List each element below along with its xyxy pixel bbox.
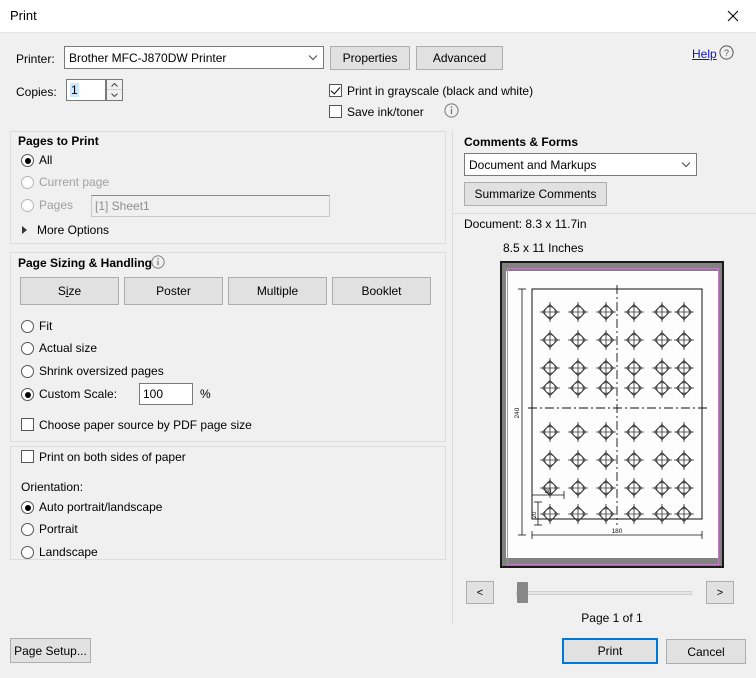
both-sides-label: Print on both sides of paper (39, 450, 186, 464)
radio-auto-orientation-label: Auto portrait/landscape (39, 500, 163, 514)
next-page-button[interactable]: > (706, 581, 734, 604)
radio-actual-size[interactable] (21, 342, 34, 355)
paper-source-label: Choose paper source by PDF page size (39, 418, 252, 432)
info-icon[interactable] (444, 103, 459, 118)
radio-shrink-oversized-label: Shrink oversized pages (39, 364, 164, 378)
comments-forms-select-arrow[interactable] (676, 154, 696, 175)
pages-range-input[interactable]: [1] Sheet1 (91, 195, 330, 217)
help-circle-icon[interactable]: ? (719, 45, 734, 60)
both-sides-checkbox[interactable] (21, 450, 34, 463)
custom-scale-input[interactable]: 100 (139, 383, 193, 405)
print-dialog: Print Printer: Brother MFC-J870DW Printe… (0, 0, 756, 678)
cancel-button[interactable]: Cancel (666, 639, 746, 664)
booklet-button[interactable]: Booklet (332, 277, 431, 305)
spinner-down-icon (111, 93, 118, 97)
properties-button[interactable]: Properties (330, 46, 410, 70)
printer-select[interactable]: Brother MFC-J870DW Printer (64, 46, 324, 69)
radio-portrait-label: Portrait (39, 522, 78, 536)
radio-custom-scale[interactable] (21, 388, 34, 401)
copies-input[interactable]: 1 (66, 79, 106, 101)
more-options-chevron-icon[interactable] (22, 226, 27, 234)
radio-current-page-label: Current page (39, 175, 110, 189)
radio-current-page[interactable] (21, 176, 34, 189)
radio-all[interactable] (21, 154, 34, 167)
page-indicator: Page 1 of 1 (581, 611, 643, 625)
save-ink-label: Save ink/toner (347, 105, 424, 119)
advanced-button[interactable]: Advanced (416, 46, 503, 70)
radio-fit-label: Fit (39, 319, 53, 333)
radio-custom-scale-label: Custom Scale: (39, 387, 118, 401)
chevron-down-icon (308, 55, 318, 61)
page-sizing-info-icon[interactable] (151, 255, 165, 269)
comments-forms-select[interactable]: Document and Markups (464, 153, 697, 176)
radio-all-label: All (39, 153, 53, 167)
close-icon (727, 10, 739, 22)
comments-forms-header: Comments & Forms (464, 135, 579, 149)
radio-actual-size-label: Actual size (39, 341, 98, 355)
copies-stepper-up[interactable] (107, 80, 122, 90)
poster-button[interactable]: Poster (124, 277, 223, 305)
page-slider-thumb[interactable] (517, 582, 528, 603)
chevron-down-icon (681, 162, 691, 168)
dimension-offset-x-text: 30 (545, 489, 552, 495)
document-size-label: Document: 8.3 x 11.7in (464, 217, 587, 231)
copies-stepper[interactable] (106, 79, 123, 101)
copies-input-value: 1 (70, 83, 79, 97)
radio-portrait[interactable] (21, 523, 34, 536)
radio-pages[interactable] (21, 199, 34, 212)
page-setup-button[interactable]: Page Setup... (10, 638, 91, 663)
spinner-up-icon (111, 82, 118, 87)
dimension-height-text: 240 (514, 407, 521, 418)
paper-source-checkbox[interactable] (21, 418, 34, 431)
summarize-comments-button[interactable]: Summarize Comments (464, 182, 607, 206)
title-bar: Print (0, 0, 756, 33)
svg-text:?: ? (724, 48, 729, 58)
more-options-toggle[interactable]: More Options (37, 223, 109, 237)
grayscale-checkbox[interactable] (329, 84, 342, 97)
print-button[interactable]: Print (562, 638, 658, 664)
printer-select-value: Brother MFC-J870DW Printer (69, 50, 227, 65)
size-button[interactable]: Size (20, 277, 119, 305)
help-link[interactable]: Help (692, 47, 717, 61)
save-ink-checkbox[interactable] (329, 105, 342, 118)
close-button[interactable] (710, 0, 756, 32)
copies-label: Copies: (16, 85, 57, 99)
multiple-button[interactable]: Multiple (228, 277, 327, 305)
paper-size-label: 8.5 x 11 Inches (503, 241, 584, 255)
dimension-width-text: 180 (612, 528, 623, 535)
copies-stepper-down[interactable] (107, 90, 122, 100)
comments-forms-value: Document and Markups (469, 157, 597, 172)
custom-scale-value: 100 (143, 387, 164, 401)
radio-pages-label: Pages (39, 198, 74, 212)
radio-shrink-oversized[interactable] (21, 365, 34, 378)
pages-to-print-header: Pages to Print (18, 134, 99, 148)
dimension-offset-y-text: 20 (532, 511, 538, 518)
printer-select-arrow[interactable] (303, 47, 323, 68)
percent-label: % (200, 387, 211, 401)
page-slider-track[interactable] (516, 591, 692, 595)
prev-page-button[interactable]: < (466, 581, 494, 604)
window-title: Print (10, 8, 37, 23)
size-button-accel: i (65, 284, 69, 298)
radio-landscape[interactable] (21, 546, 34, 559)
radio-fit[interactable] (21, 320, 34, 333)
radio-landscape-label: Landscape (39, 545, 98, 559)
right-column-divider (452, 213, 756, 214)
radio-auto-orientation[interactable] (21, 501, 34, 514)
column-divider (452, 130, 453, 625)
orientation-label: Orientation: (21, 480, 84, 494)
preview-drawing: 240 180 30 20 (514, 285, 707, 539)
page-sizing-header: Page Sizing & Handling (18, 256, 153, 270)
printer-label: Printer: (16, 52, 55, 66)
grayscale-label: Print in grayscale (black and white) (347, 84, 534, 98)
page-preview[interactable]: 240 180 30 20 (500, 261, 724, 568)
pages-range-value: [1] Sheet1 (95, 199, 150, 213)
